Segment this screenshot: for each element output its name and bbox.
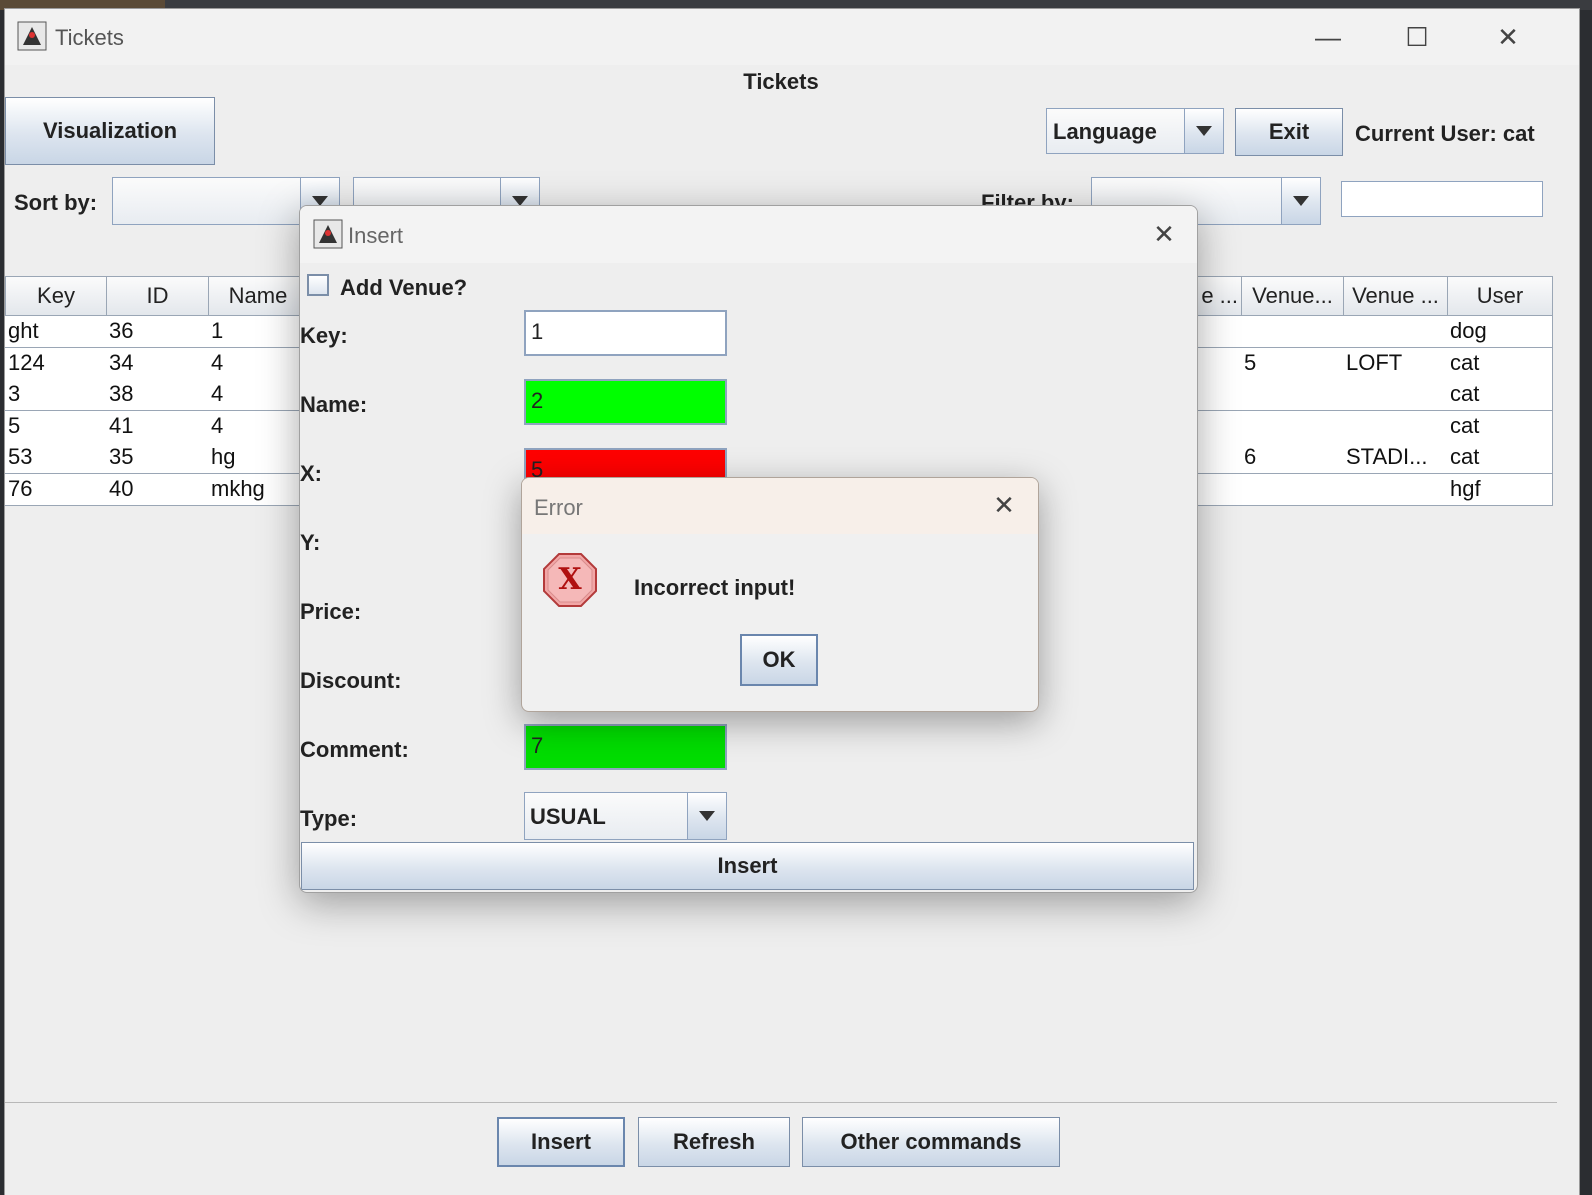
visualization-button[interactable]: Visualization <box>5 97 215 165</box>
table-cell[interactable] <box>1241 379 1344 412</box>
table-cell[interactable] <box>1195 442 1242 475</box>
window-titlebar[interactable]: Tickets — ☐ ✕ <box>5 9 1579 65</box>
table-cell[interactable]: LOFT <box>1343 347 1448 380</box>
table-cell[interactable]: dog <box>1447 316 1553 348</box>
java-app-icon <box>313 219 343 249</box>
table-cell[interactable]: ght <box>5 316 107 348</box>
table-cell[interactable]: cat <box>1447 379 1553 412</box>
chevron-down-icon[interactable] <box>687 793 726 839</box>
discount-label: Discount: <box>300 668 402 693</box>
close-icon[interactable]: ✕ <box>988 489 1020 521</box>
table-cell[interactable]: 6 <box>1241 442 1344 475</box>
table-cell[interactable]: 5 <box>5 410 107 443</box>
comment-input[interactable]: 7 <box>524 724 727 770</box>
column-header-id[interactable]: ID <box>106 276 209 316</box>
table-cell[interactable]: 5 <box>1241 347 1344 380</box>
close-icon[interactable]: ✕ <box>1485 19 1531 55</box>
insert-submit-button[interactable]: Insert <box>301 842 1194 890</box>
name-input[interactable]: 2 <box>524 379 727 425</box>
table-cell[interactable]: hgf <box>1447 474 1553 506</box>
table-cell[interactable]: 76 <box>5 474 107 506</box>
table-cell[interactable] <box>1241 410 1344 443</box>
add-venue-label: Add Venue? <box>340 275 468 300</box>
type-select-value: USUAL <box>530 804 606 829</box>
table-cell[interactable]: cat <box>1447 410 1553 443</box>
table-cell[interactable]: cat <box>1447 347 1553 380</box>
page-title: Tickets <box>743 69 819 94</box>
table-cell[interactable]: 1 <box>208 316 308 348</box>
column-header-venue-type[interactable]: e ... <box>1195 276 1242 316</box>
table-cell[interactable]: 124 <box>5 347 107 380</box>
chevron-down-icon[interactable] <box>1184 109 1223 153</box>
column-header-name[interactable]: Name <box>208 276 308 316</box>
table-cell[interactable]: 38 <box>106 379 209 412</box>
comment-label: Comment: <box>300 737 409 762</box>
table-cell[interactable] <box>1343 379 1448 412</box>
table-cell[interactable] <box>1195 379 1242 412</box>
type-label: Type: <box>300 806 358 831</box>
table-cell[interactable]: mkhg <box>208 474 308 506</box>
type-select[interactable]: USUAL <box>524 792 727 840</box>
table-cell[interactable]: 36 <box>106 316 209 348</box>
error-icon-glyph: X <box>558 562 582 597</box>
table-cell[interactable] <box>1241 474 1344 506</box>
current-user-label: Current User: cat <box>1355 121 1535 146</box>
chevron-down-icon[interactable] <box>1281 178 1320 224</box>
refresh-button[interactable]: Refresh <box>638 1117 790 1167</box>
insert-dialog-title: Insert <box>348 223 404 248</box>
error-dialog-titlebar[interactable]: Error ✕ <box>522 478 1038 534</box>
bottom-divider <box>5 1102 1557 1103</box>
language-select[interactable]: Language <box>1046 108 1224 154</box>
table-cell[interactable] <box>1195 410 1242 443</box>
table-cell[interactable]: cat <box>1447 442 1553 475</box>
table-cell[interactable]: hg <box>208 442 308 475</box>
table-cell[interactable]: 35 <box>106 442 209 475</box>
table-cell[interactable] <box>1195 347 1242 380</box>
sort-by-label: Sort by: <box>14 190 98 215</box>
add-venue-checkbox[interactable] <box>307 274 329 296</box>
table-cell[interactable]: 4 <box>208 347 308 380</box>
error-dialog-title: Error <box>534 495 583 520</box>
table-cell[interactable]: 3 <box>5 379 107 412</box>
table-cell[interactable]: 4 <box>208 410 308 443</box>
table-cell[interactable]: 40 <box>106 474 209 506</box>
key-label: Key: <box>300 323 348 348</box>
y-label: Y: <box>300 530 321 555</box>
ok-button[interactable]: OK <box>740 634 818 686</box>
price-label: Price: <box>300 599 362 624</box>
name-label: Name: <box>300 392 368 417</box>
column-header-venue-name[interactable]: Venue ... <box>1343 276 1448 316</box>
insert-dialog-titlebar[interactable]: Insert ✕ <box>300 206 1197 263</box>
table-cell[interactable]: 4 <box>208 379 308 412</box>
table-cell[interactable]: 34 <box>106 347 209 380</box>
window-title: Tickets <box>55 25 124 50</box>
table-cell[interactable] <box>1343 474 1448 506</box>
table-cell[interactable] <box>1195 316 1242 348</box>
table-cell[interactable] <box>1343 316 1448 348</box>
x-label: X: <box>300 461 322 486</box>
language-select-value: Language <box>1053 119 1157 144</box>
filter-input[interactable] <box>1341 181 1543 217</box>
table-cell[interactable] <box>1343 410 1448 443</box>
column-header-user[interactable]: User <box>1447 276 1553 316</box>
close-icon[interactable]: ✕ <box>1148 218 1180 250</box>
column-header-venue-capacity[interactable]: Venue... <box>1241 276 1344 316</box>
column-header-key[interactable]: Key <box>5 276 107 316</box>
table-cell[interactable]: 53 <box>5 442 107 475</box>
exit-button[interactable]: Exit <box>1235 108 1343 156</box>
error-message: Incorrect input! <box>634 575 796 600</box>
maximize-icon[interactable]: ☐ <box>1394 19 1440 55</box>
java-app-icon <box>17 21 47 51</box>
insert-button[interactable]: Insert <box>497 1117 625 1167</box>
other-commands-button[interactable]: Other commands <box>802 1117 1060 1167</box>
table-cell[interactable] <box>1195 474 1242 506</box>
table-cell[interactable]: STADI... <box>1343 442 1448 475</box>
table-cell[interactable] <box>1241 316 1344 348</box>
table-cell[interactable]: 41 <box>106 410 209 443</box>
key-input[interactable]: 1 <box>524 310 727 356</box>
error-dialog: Error ✕ X Incorrect input! OK <box>521 477 1039 712</box>
minimize-icon[interactable]: — <box>1305 19 1351 55</box>
